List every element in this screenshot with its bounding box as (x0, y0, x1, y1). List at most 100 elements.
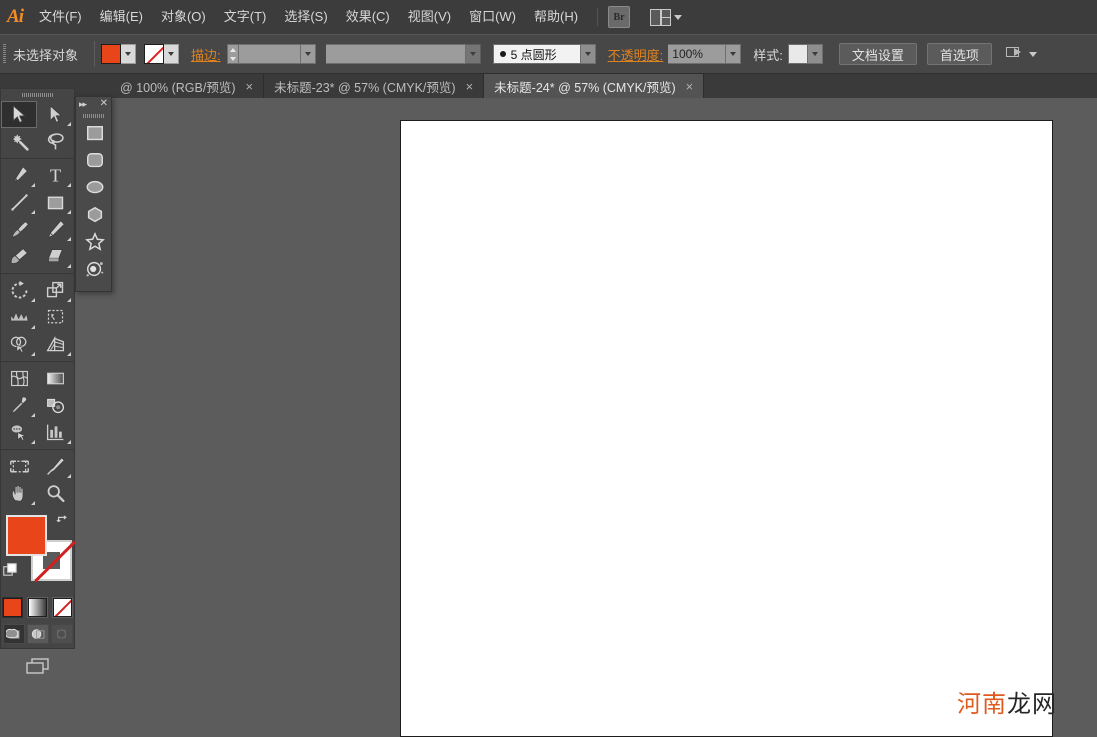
doc-tab-3-close-icon[interactable]: × (686, 80, 694, 93)
symbol-sprayer-tool[interactable] (1, 419, 37, 446)
color-mode-gradient[interactable] (27, 597, 48, 618)
blob-brush-tool[interactable] (1, 243, 37, 270)
perspective-grid-tool[interactable] (37, 331, 73, 358)
shapes-panel-grip[interactable] (76, 111, 111, 120)
menu-help[interactable]: 帮助(H) (525, 0, 587, 34)
canvas-workspace[interactable]: 河南龙网 (0, 98, 1097, 737)
eraser-tool[interactable] (37, 243, 73, 270)
hand-tool[interactable] (1, 480, 37, 507)
brush-definition-dropdown[interactable] (580, 44, 596, 64)
free-transform-tool[interactable] (37, 304, 73, 331)
stroke-color-control[interactable] (144, 44, 180, 64)
brush-definition-field[interactable]: 5 点圆形 (492, 44, 581, 64)
control-bar-grip[interactable] (0, 34, 9, 74)
graphic-style-dropdown[interactable] (807, 44, 823, 64)
opacity-dropdown[interactable] (726, 44, 742, 64)
free-transform-icon (47, 309, 63, 324)
doc-tab-1-close-icon[interactable]: × (246, 80, 254, 93)
fill-color-proxy[interactable] (6, 515, 47, 556)
shape-builder-tool[interactable] (1, 331, 37, 358)
artboard-tool[interactable] (1, 453, 37, 480)
menu-object[interactable]: 对象(O) (152, 0, 215, 34)
shapes-panel-header: ▸▸ ✕ (76, 97, 111, 111)
pencil-tool[interactable] (37, 216, 73, 243)
doc-tab-1[interactable]: @ 100% (RGB/预览) × (110, 74, 265, 98)
workspace-layout-button[interactable] (650, 8, 683, 26)
rectangle-tool[interactable] (37, 189, 73, 216)
doc-tab-2-close-icon[interactable]: × (466, 80, 474, 93)
fill-color-dropdown[interactable] (121, 44, 137, 64)
artboard[interactable] (400, 120, 1053, 737)
change-screen-mode[interactable] (21, 654, 55, 678)
menu-type[interactable]: 文字(T) (215, 0, 276, 34)
draw-normal-mode[interactable] (2, 624, 25, 644)
slice-tool[interactable] (37, 453, 73, 480)
flyout-indicator-icon (31, 352, 35, 356)
menu-effect[interactable]: 效果(C) (337, 0, 399, 34)
doc-tab-3[interactable]: 未标题-24* @ 57% (CMYK/预览) × (484, 74, 705, 98)
doc-tab-2[interactable]: 未标题-23* @ 57% (CMYK/预览) × (264, 74, 485, 98)
rotate-tool[interactable] (1, 277, 37, 304)
direct-selection-tool[interactable] (37, 101, 73, 128)
draw-behind-mode[interactable] (26, 624, 49, 644)
graphic-style-swatch[interactable] (787, 44, 808, 64)
rounded-rectangle-shape-tool[interactable] (76, 147, 113, 174)
preferences-button[interactable]: 首选项 (926, 43, 992, 65)
menu-view[interactable]: 视图(V) (399, 0, 460, 34)
opacity-label[interactable]: 不透明度: (608, 45, 664, 64)
flare-shape-tool[interactable] (76, 255, 113, 282)
blob-brush-icon (10, 248, 28, 265)
menu-window[interactable]: 窗口(W) (460, 0, 525, 34)
draw-mode-row (1, 624, 74, 644)
polygon-shape-tool[interactable] (76, 201, 113, 228)
menu-edit[interactable]: 编辑(E) (91, 0, 152, 34)
lasso-tool[interactable] (37, 128, 73, 155)
type-tool[interactable]: T (37, 162, 73, 189)
mesh-tool[interactable] (1, 365, 37, 392)
swap-fill-stroke-icon[interactable] (56, 513, 70, 527)
close-panel-icon[interactable]: ✕ (100, 99, 108, 109)
menu-file[interactable]: 文件(F) (30, 0, 91, 34)
gradient-tool[interactable] (37, 365, 73, 392)
fill-color-swatch[interactable] (101, 44, 122, 64)
magic-wand-tool[interactable] (1, 128, 37, 155)
brush-definition-value: 5 点圆形 (510, 47, 557, 62)
ellipse-icon (86, 180, 103, 193)
column-graph-tool[interactable] (37, 419, 73, 446)
collapse-panel-icon[interactable]: ▸▸ (79, 99, 87, 109)
color-mode-none[interactable] (52, 597, 73, 618)
fill-color-control[interactable] (101, 44, 137, 64)
blend-tool[interactable] (37, 392, 73, 419)
eyedropper-tool[interactable] (1, 392, 37, 419)
stroke-profile-dropdown[interactable] (465, 44, 481, 64)
zoom-tool[interactable] (37, 480, 73, 507)
stroke-color-swatch-none[interactable] (144, 44, 165, 64)
stroke-weight-field[interactable] (238, 44, 301, 64)
align-flag-icon[interactable] (1005, 46, 1024, 62)
control-bar-overflow-chevron-icon[interactable] (1028, 51, 1037, 57)
opacity-value-field[interactable]: 100% (668, 44, 727, 64)
menu-select[interactable]: 选择(S) (275, 0, 336, 34)
stroke-weight-dropdown[interactable] (300, 44, 316, 64)
draw-inside-mode[interactable] (50, 624, 73, 644)
stroke-weight-label[interactable]: 描边: (191, 45, 221, 64)
scale-tool[interactable] (37, 277, 73, 304)
default-fill-stroke-icon[interactable] (3, 563, 18, 578)
color-mode-solid[interactable] (2, 597, 23, 618)
line-segment-tool[interactable] (1, 189, 37, 216)
paintbrush-tool[interactable] (1, 216, 37, 243)
tools-panel-grip[interactable] (1, 89, 74, 101)
stroke-profile-field[interactable] (325, 44, 466, 64)
star-shape-tool[interactable] (76, 228, 113, 255)
ellipse-shape-tool[interactable] (76, 174, 113, 201)
stroke-weight-stepper[interactable] (226, 44, 239, 64)
selection-tool[interactable] (1, 101, 37, 128)
bridge-launch-icon[interactable]: Br (608, 6, 631, 28)
pen-tool[interactable] (1, 162, 37, 189)
rectangle-shape-tool[interactable] (76, 120, 113, 147)
rectangle-icon (47, 196, 63, 210)
doc-tab-1-label: @ 100% (RGB/预览) (120, 80, 236, 95)
document-setup-button[interactable]: 文档设置 (838, 43, 917, 65)
width-tool[interactable] (1, 304, 37, 331)
stroke-color-dropdown[interactable] (164, 44, 180, 64)
